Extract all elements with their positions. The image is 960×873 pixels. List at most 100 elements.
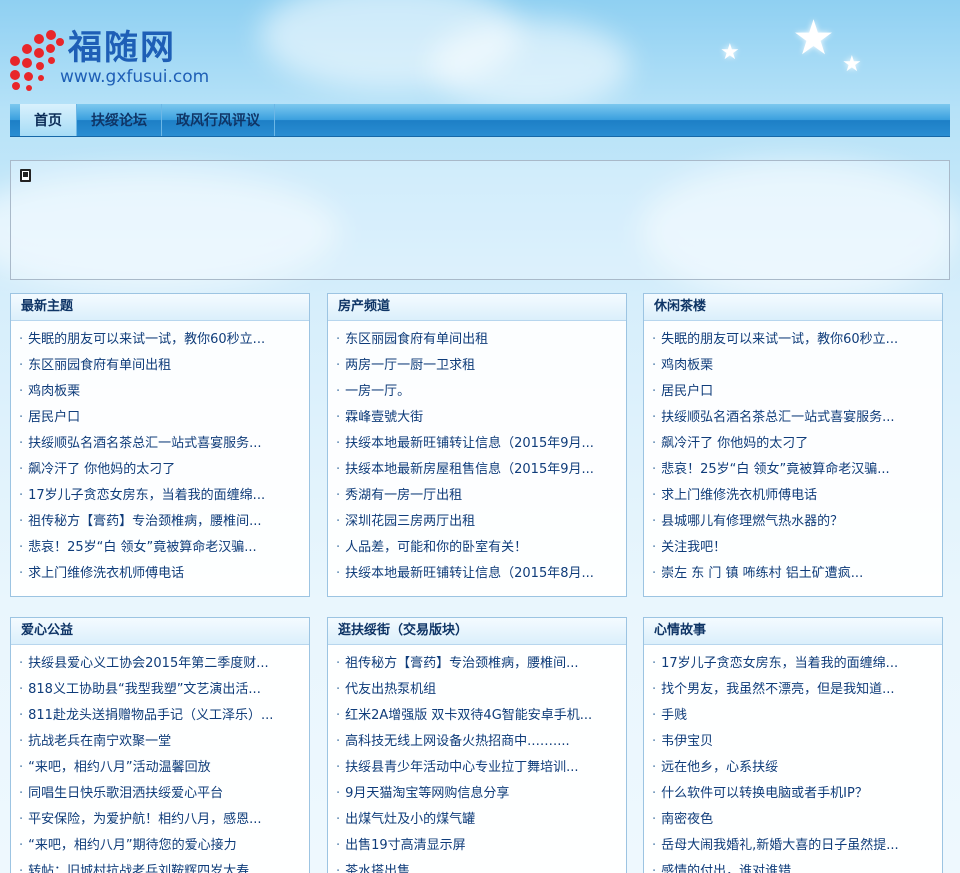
topic-link[interactable]: 红米2A增强版 双卡双待4G智能安卓手机... (345, 708, 592, 723)
topic-link[interactable]: 两房一厅一厨一卫求租 (345, 358, 475, 373)
list-item[interactable]: · 手贱 (652, 703, 942, 729)
list-item[interactable]: · 811赴龙头送捐赠物品手记（义工泽乐）... (19, 703, 309, 729)
list-item[interactable]: · 鸡肉板栗 (19, 379, 309, 405)
list-item[interactable]: · 出煤气灶及小的煤气罐 (336, 807, 626, 833)
list-item[interactable]: · 转帖：旧城村抗战老兵刘鞍辉四岁大寿... (19, 859, 309, 873)
list-item[interactable]: · 霖峰壹號大街 (336, 405, 626, 431)
topic-link[interactable]: 811赴龙头送捐赠物品手记（义工泽乐）... (28, 708, 273, 723)
list-item[interactable]: · 17岁儿子贪恋女房东，当着我的面缠绵... (19, 483, 309, 509)
list-item[interactable]: · 失眠的朋友可以来试一试，教你60秒立... (19, 327, 309, 353)
site-logo[interactable]: 福随网 www.gxfusui.com (8, 30, 209, 92)
topic-link[interactable]: 人品差，可能和你的卧室有关！ (345, 540, 527, 555)
topic-link[interactable]: 悲哀！25岁“白 领女”竟被算命老汉骗... (28, 540, 257, 555)
topic-link[interactable]: 手贱 (661, 708, 687, 723)
list-item[interactable]: · 深圳花园三房两厅出租 (336, 509, 626, 535)
topic-link[interactable]: 同唱生日快乐歌泪洒扶绥爱心平台 (28, 786, 223, 801)
list-item[interactable]: · 韦伊宝贝 (652, 729, 942, 755)
topic-link[interactable]: 居民户口 (28, 410, 80, 425)
list-item[interactable]: · 远在他乡，心系扶绥 (652, 755, 942, 781)
list-item[interactable]: · “来吧，相约八月”活动温馨回放 (19, 755, 309, 781)
list-item[interactable]: · 居民户口 (652, 379, 942, 405)
topic-link[interactable]: 什么软件可以转换电脑或者手机IP？ (661, 786, 868, 801)
list-item[interactable]: · 扶绥县爱心义工协会2015年第二季度财... (19, 651, 309, 677)
topic-link[interactable]: 关注我吧！ (661, 540, 726, 555)
topic-link[interactable]: 秀湖有一房一厅出租 (345, 488, 462, 503)
topic-link[interactable]: 扶绥县青少年活动中心专业拉丁舞培训... (345, 760, 578, 775)
topic-link[interactable]: 代友出热泵机组 (345, 682, 436, 697)
topic-link[interactable]: 岳母大闹我婚礼,新婚大喜的日子虽然提... (661, 838, 899, 853)
topic-link[interactable]: 霖峰壹號大街 (345, 410, 423, 425)
topic-link[interactable]: 南密夜色 (661, 812, 713, 827)
topic-link[interactable]: 县城哪儿有修理燃气热水器的？ (661, 514, 843, 529)
list-item[interactable]: · 人品差，可能和你的卧室有关！ (336, 535, 626, 561)
topic-link[interactable]: 找个男友，我虽然不漂亮，但是我知道... (661, 682, 894, 697)
list-item[interactable]: · 东区丽园食府有单间出租 (336, 327, 626, 353)
list-item[interactable]: · 扶绥本地最新旺铺转让信息（2015年9月... (336, 431, 626, 457)
list-item[interactable]: · 一房一厅。 (336, 379, 626, 405)
list-item[interactable]: · 9月天猫淘宝等网购信息分享 (336, 781, 626, 807)
list-item[interactable]: · 同唱生日快乐歌泪洒扶绥爱心平台 (19, 781, 309, 807)
topic-link[interactable]: 悲哀！25岁“白 领女”竟被算命老汉骗... (661, 462, 890, 477)
topic-link[interactable]: 高科技无线上网设备火热招商中.……... (345, 734, 570, 749)
topic-link[interactable]: 17岁儿子贪恋女房东，当着我的面缠绵... (28, 488, 265, 503)
list-item[interactable]: · 悲哀！25岁“白 领女”竟被算命老汉骗... (19, 535, 309, 561)
nav-item-home[interactable]: 首页 (20, 104, 77, 136)
topic-link[interactable]: 鸡肉板栗 (28, 384, 80, 399)
topic-link[interactable]: 失眠的朋友可以来试一试，教你60秒立... (28, 332, 265, 347)
topic-link[interactable]: “来吧，相约八月”活动温馨回放 (28, 760, 210, 775)
list-item[interactable]: · 悲哀！25岁“白 领女”竟被算命老汉骗... (652, 457, 942, 483)
list-item[interactable]: · 飙冷汗了 你他妈的太刁了 (19, 457, 309, 483)
topic-link[interactable]: 扶绥本地最新房屋租售信息（2015年9月... (345, 462, 594, 477)
list-item[interactable]: · 求上门维修洗衣机师傅电话 (19, 561, 309, 587)
list-item[interactable]: · 抗战老兵在南宁欢聚一堂 (19, 729, 309, 755)
list-item[interactable]: · 代友出热泵机组 (336, 677, 626, 703)
topic-link[interactable]: 崇左 东 门 镇 咘练村 铝土矿遭疯... (661, 566, 863, 581)
topic-link[interactable]: 扶绥县爱心义工协会2015年第二季度财... (28, 656, 268, 671)
list-item[interactable]: · 关注我吧！ (652, 535, 942, 561)
topic-link[interactable]: 17岁儿子贪恋女房东，当着我的面缠绵... (661, 656, 898, 671)
topic-link[interactable]: 东区丽园食府有单间出租 (28, 358, 171, 373)
topic-link[interactable]: 鸡肉板栗 (661, 358, 713, 373)
list-item[interactable]: · 找个男友，我虽然不漂亮，但是我知道... (652, 677, 942, 703)
nav-item-forum[interactable]: 扶绥论坛 (77, 104, 162, 136)
list-item[interactable]: · 出售19寸高清显示屏 (336, 833, 626, 859)
topic-link[interactable]: 祖传秘方【膏药】专治颈椎病，腰椎间... (28, 514, 261, 529)
topic-link[interactable]: 抗战老兵在南宁欢聚一堂 (28, 734, 171, 749)
list-item[interactable]: · 扶绥县青少年活动中心专业拉丁舞培训... (336, 755, 626, 781)
list-item[interactable]: · 扶绥顺弘名酒名茶总汇一站式喜宴服务... (652, 405, 942, 431)
topic-link[interactable]: 韦伊宝贝 (661, 734, 713, 749)
topic-link[interactable]: 扶绥顺弘名酒名茶总汇一站式喜宴服务... (28, 436, 261, 451)
topic-link[interactable]: 飙冷汗了 你他妈的太刁了 (28, 462, 175, 477)
list-item[interactable]: · 祖传秘方【膏药】专治颈椎病，腰椎间... (19, 509, 309, 535)
topic-link[interactable]: 深圳花园三房两厅出租 (345, 514, 475, 529)
topic-link[interactable]: 818义工协助县“我型我塑”文艺演出活... (28, 682, 261, 697)
list-item[interactable]: · 岳母大闹我婚礼,新婚大喜的日子虽然提... (652, 833, 942, 859)
list-item[interactable]: · 扶绥本地最新旺铺转让信息（2015年8月... (336, 561, 626, 587)
list-item[interactable]: · 祖传秘方【膏药】专治颈椎病，腰椎间... (336, 651, 626, 677)
list-item[interactable]: · 感情的付出，谁对谁错 (652, 859, 942, 873)
topic-link[interactable]: 东区丽园食府有单间出租 (345, 332, 488, 347)
topic-link[interactable]: 9月天猫淘宝等网购信息分享 (345, 786, 509, 801)
list-item[interactable]: · 秀湖有一房一厅出租 (336, 483, 626, 509)
list-item[interactable]: · 什么软件可以转换电脑或者手机IP？ (652, 781, 942, 807)
list-item[interactable]: · 飙冷汗了 你他妈的太刁了 (652, 431, 942, 457)
list-item[interactable]: · “来吧，相约八月”期待您的爱心接力 (19, 833, 309, 859)
topic-link[interactable]: 感情的付出，谁对谁错 (661, 864, 791, 873)
topic-link[interactable]: 平安保险，为爱护航！相约八月，感恩... (28, 812, 261, 827)
list-item[interactable]: · 高科技无线上网设备火热招商中.……... (336, 729, 626, 755)
nav-item-evaluation[interactable]: 政风行风评议 (162, 104, 275, 136)
topic-link[interactable]: 出煤气灶及小的煤气罐 (345, 812, 475, 827)
list-item[interactable]: · 红米2A增强版 双卡双待4G智能安卓手机... (336, 703, 626, 729)
list-item[interactable]: · 茶水搭出售 (336, 859, 626, 873)
list-item[interactable]: · 南密夜色 (652, 807, 942, 833)
list-item[interactable]: · 818义工协助县“我型我塑”文艺演出活... (19, 677, 309, 703)
topic-link[interactable]: 祖传秘方【膏药】专治颈椎病，腰椎间... (345, 656, 578, 671)
topic-link[interactable]: 扶绥本地最新旺铺转让信息（2015年9月... (345, 436, 594, 451)
list-item[interactable]: · 崇左 东 门 镇 咘练村 铝土矿遭疯... (652, 561, 942, 587)
list-item[interactable]: · 两房一厅一厨一卫求租 (336, 353, 626, 379)
topic-link[interactable]: 扶绥顺弘名酒名茶总汇一站式喜宴服务... (661, 410, 894, 425)
list-item[interactable]: · 求上门维修洗衣机师傅电话 (652, 483, 942, 509)
topic-link[interactable]: 一房一厅。 (345, 384, 410, 399)
topic-link[interactable]: 求上门维修洗衣机师傅电话 (28, 566, 184, 581)
list-item[interactable]: · 居民户口 (19, 405, 309, 431)
